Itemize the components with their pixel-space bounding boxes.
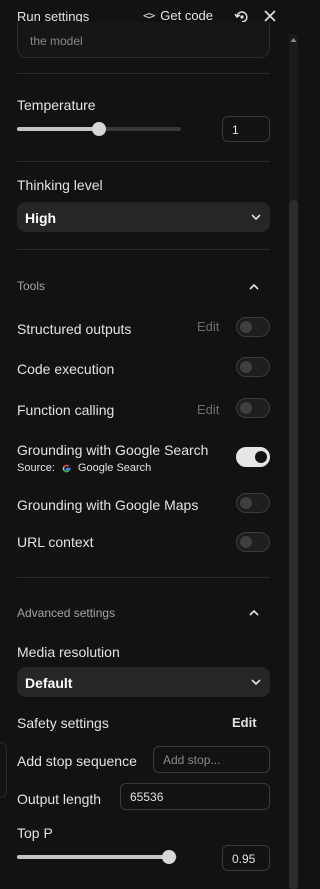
stop-sequence-label: Add stop sequence xyxy=(17,753,137,769)
tool-label: Code execution xyxy=(17,361,115,377)
toggle-knob xyxy=(240,321,252,333)
temperature-input[interactable]: 1 xyxy=(222,116,270,142)
grounding-source: Source: Google Search xyxy=(17,462,151,474)
tool-label: Function calling xyxy=(17,402,115,418)
scrollbar-thumb[interactable] xyxy=(289,200,298,889)
output-length-label: Output length xyxy=(17,791,102,807)
scroll-up-arrow-icon[interactable] xyxy=(289,36,298,44)
system-instructions-text: the model xyxy=(30,34,83,48)
toggle-knob xyxy=(240,536,252,548)
media-resolution-select[interactable]: Default xyxy=(17,667,270,697)
output-length-input[interactable]: 65536 xyxy=(120,783,270,810)
safety-settings-label: Safety settings xyxy=(17,715,109,731)
function-calling-toggle[interactable] xyxy=(236,398,270,418)
chevron-down-icon xyxy=(251,679,261,686)
toggle-knob xyxy=(255,451,267,463)
get-code-button[interactable]: <> Get code xyxy=(143,8,213,23)
toggle-knob xyxy=(240,361,252,373)
divider xyxy=(17,577,270,578)
google-g-icon xyxy=(62,464,71,472)
source-prefix: Source: xyxy=(17,462,55,474)
media-resolution-value: Default xyxy=(25,675,73,691)
grounding-google-search-toggle[interactable] xyxy=(236,447,270,467)
top-p-slider-thumb[interactable] xyxy=(162,850,176,864)
system-instructions-box[interactable]: the model xyxy=(17,22,270,58)
temperature-slider-fill xyxy=(17,127,99,131)
source-name: Google Search xyxy=(77,462,152,474)
tool-label: Grounding with Google Maps xyxy=(17,497,199,513)
top-p-slider[interactable] xyxy=(17,855,177,859)
stop-sequence-input[interactable]: Add stop... xyxy=(153,746,270,773)
safety-settings-edit-button[interactable]: Edit xyxy=(232,715,257,730)
get-code-label: Get code xyxy=(160,8,214,23)
tools-section-label: Tools xyxy=(17,279,46,293)
toggle-knob xyxy=(240,497,252,509)
divider xyxy=(17,73,270,74)
media-resolution-label: Media resolution xyxy=(17,644,120,660)
thinking-level-value: High xyxy=(25,210,57,226)
top-p-slider-fill xyxy=(17,855,169,859)
top-p-input[interactable]: 0.95 xyxy=(222,845,270,871)
temperature-slider-thumb[interactable] xyxy=(92,122,106,136)
grounding-google-maps-toggle[interactable] xyxy=(236,493,270,513)
toggle-knob xyxy=(240,402,252,414)
code-execution-toggle[interactable] xyxy=(236,357,270,377)
code-icon: <> xyxy=(143,9,155,22)
chevron-up-icon[interactable] xyxy=(248,281,260,293)
tool-label: Structured outputs xyxy=(17,321,132,337)
chevron-down-icon xyxy=(251,214,261,221)
thinking-level-label: Thinking level xyxy=(17,177,103,193)
structured-outputs-edit-link[interactable]: Edit xyxy=(197,319,219,334)
tool-label: Grounding with Google Search xyxy=(17,442,209,458)
side-panel-edge xyxy=(0,742,7,798)
top-p-label: Top P xyxy=(17,825,53,841)
chevron-up-icon[interactable] xyxy=(248,607,260,619)
tool-label: URL context xyxy=(17,534,94,550)
divider xyxy=(17,161,270,162)
temperature-label: Temperature xyxy=(17,97,96,113)
thinking-level-select[interactable]: High xyxy=(17,202,270,232)
function-calling-edit-link[interactable]: Edit xyxy=(197,402,219,417)
structured-outputs-toggle[interactable] xyxy=(236,317,270,337)
divider xyxy=(17,249,270,250)
url-context-toggle[interactable] xyxy=(236,532,270,552)
advanced-settings-section-label: Advanced settings xyxy=(17,606,116,620)
